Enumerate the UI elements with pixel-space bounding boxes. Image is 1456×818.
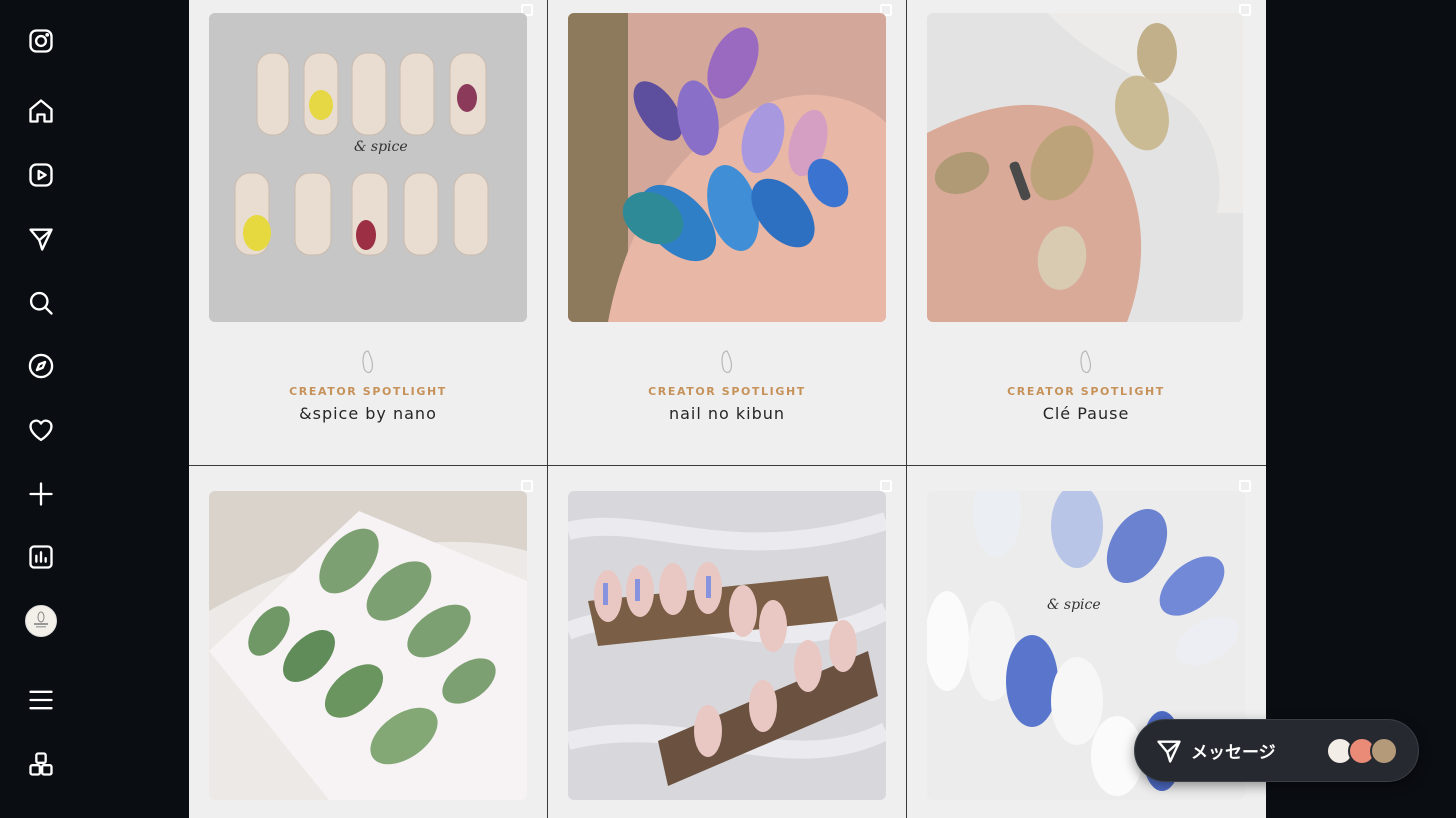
svg-text:& spice: & spice (354, 139, 408, 155)
creator-logo-icon (907, 348, 1265, 376)
spotlight-kicker: CREATOR SPOTLIGHT (1007, 385, 1165, 398)
menu-icon[interactable] (24, 683, 58, 717)
message-avatars (1326, 737, 1398, 765)
spotlight-kicker: CREATOR SPOTLIGHT (648, 385, 806, 398)
direct-icon (1155, 737, 1183, 765)
home-icon[interactable] (24, 94, 58, 128)
grid-post-spotlight[interactable]: & spice CREATOR SPOTLIGHT &spice by nano (189, 0, 547, 465)
post-thumbnail[interactable] (209, 491, 527, 800)
post-thumbnail[interactable] (568, 13, 886, 322)
instagram-logo-icon[interactable] (24, 24, 58, 58)
post-thumbnail[interactable] (568, 491, 886, 800)
spotlight-kicker: CREATOR SPOTLIGHT (289, 385, 447, 398)
explore-icon[interactable] (24, 349, 58, 383)
create-plus-icon[interactable] (24, 477, 58, 511)
messages-label: メッセージ (1191, 743, 1276, 763)
notifications-heart-icon[interactable] (24, 413, 58, 447)
profile-avatar[interactable] (25, 605, 57, 637)
post-thumbnail[interactable]: & spice (209, 13, 527, 322)
multi-post-icon (521, 480, 533, 492)
spotlight-name: nail no kibun (668, 404, 786, 423)
more-apps-icon[interactable] (24, 747, 58, 781)
creator-logo-icon (548, 348, 906, 376)
profile-post-grid: & spice CREATOR SPOTLIGHT &spice by nano (189, 0, 1266, 818)
post-thumbnail[interactable] (927, 13, 1243, 322)
multi-post-icon (880, 480, 892, 492)
spotlight-name: Clé Pause (1042, 404, 1130, 423)
avatar (1370, 737, 1398, 765)
messages-button[interactable]: メッセージ (1134, 719, 1419, 782)
grid-post-spotlight[interactable]: CREATOR SPOTLIGHT nail no kibun (548, 0, 906, 465)
direct-icon[interactable] (24, 222, 58, 256)
spotlight-name: &spice by nano (299, 404, 437, 423)
reels-icon[interactable] (24, 158, 58, 192)
multi-post-icon (1239, 480, 1251, 492)
insights-icon[interactable] (24, 540, 58, 574)
grid-post-spotlight[interactable]: CREATOR SPOTLIGHT Clé Pause (907, 0, 1265, 465)
grid-post[interactable] (189, 466, 547, 818)
sidebar-nav (0, 0, 82, 818)
creator-logo-icon (189, 348, 547, 376)
grid-post[interactable] (548, 466, 906, 818)
search-icon[interactable] (24, 286, 58, 320)
svg-text:& spice: & spice (1047, 597, 1101, 613)
